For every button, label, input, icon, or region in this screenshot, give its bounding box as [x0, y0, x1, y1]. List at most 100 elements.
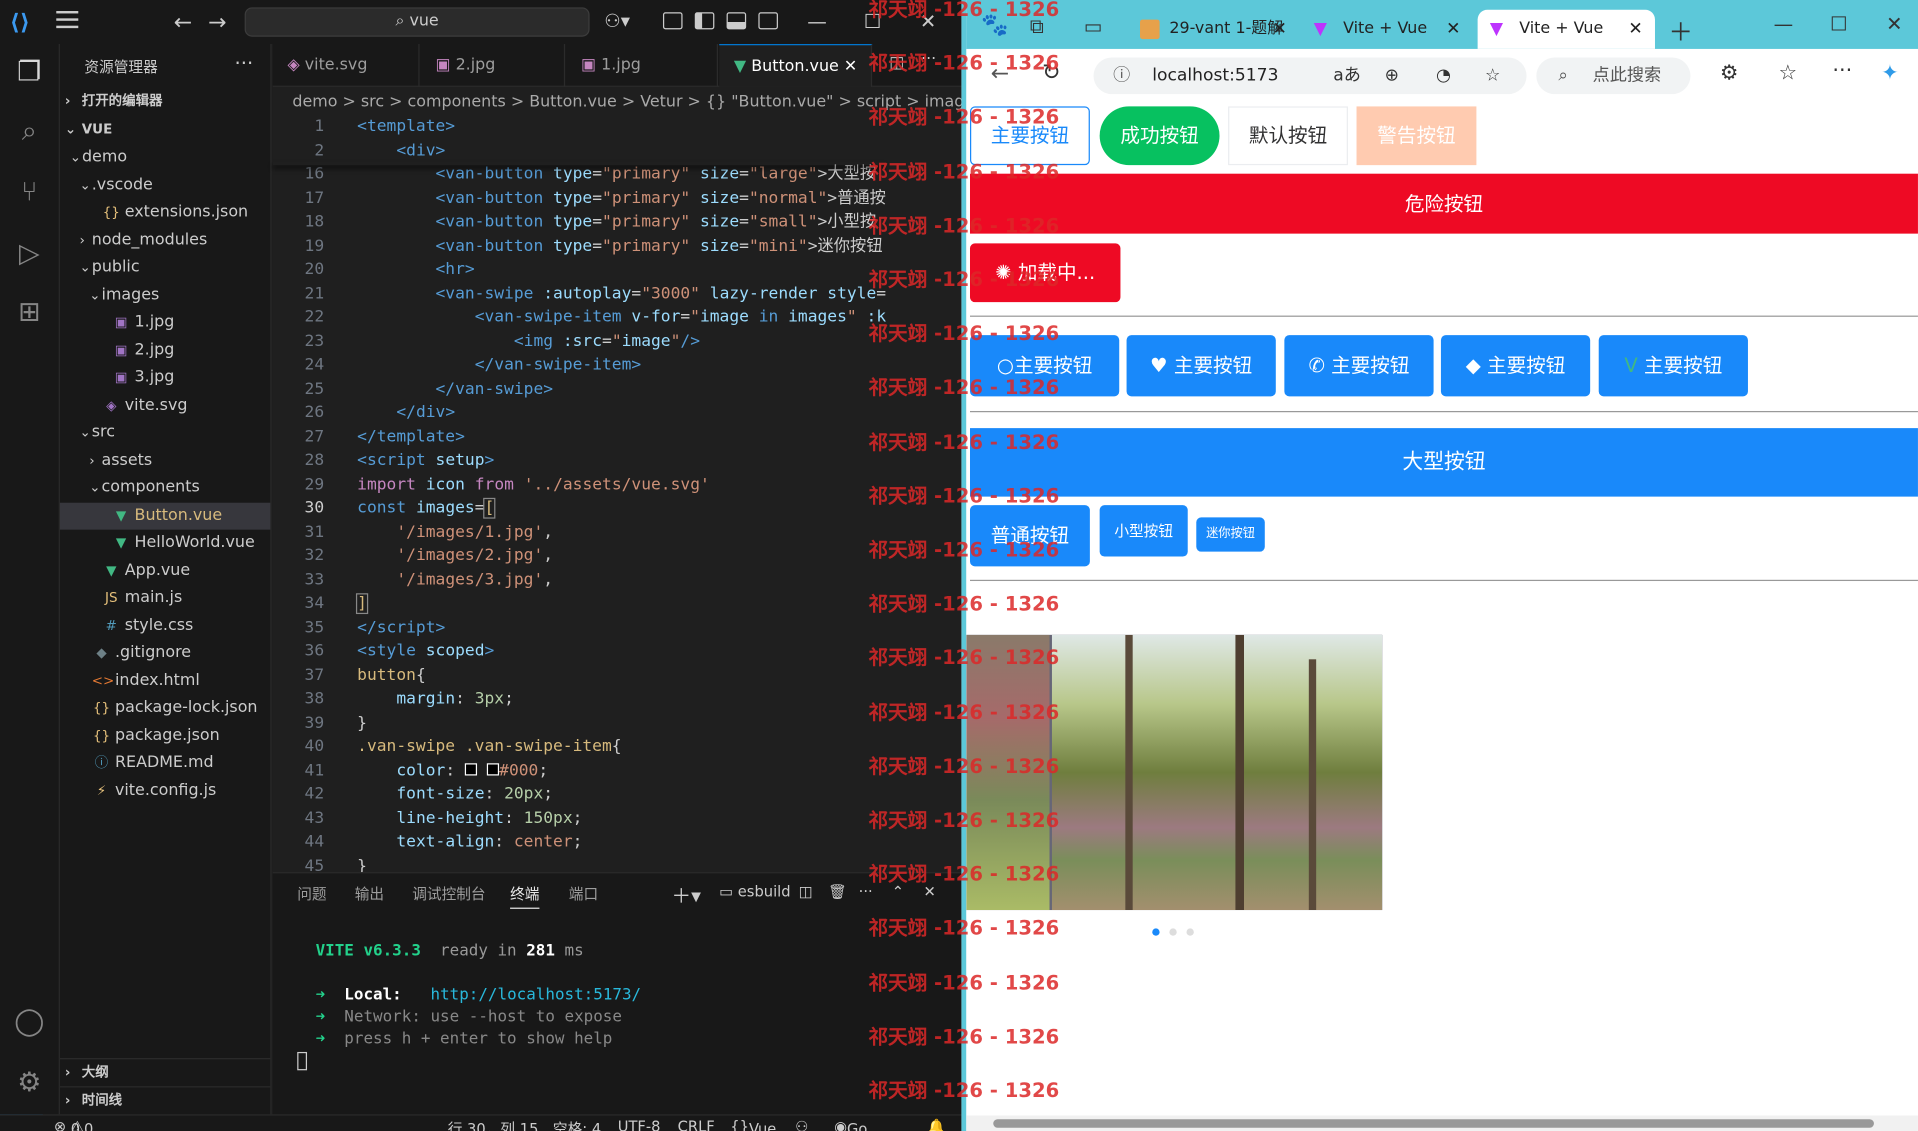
- heart-icon-button[interactable]: ♥ 主要按钮: [1126, 335, 1276, 397]
- tab-problems[interactable]: 问题: [297, 883, 326, 904]
- favorite-star-icon[interactable]: ☆: [1485, 57, 1500, 94]
- diamond-icon-button[interactable]: ◆ 主要按钮: [1440, 335, 1591, 397]
- minimize-icon[interactable]: —: [1774, 12, 1794, 35]
- refresh-icon[interactable]: ↻: [1042, 60, 1060, 86]
- more-actions-icon[interactable]: ···: [235, 51, 254, 74]
- search-icon[interactable]: ⌕: [12, 115, 46, 149]
- forward-icon[interactable]: →: [208, 10, 226, 36]
- local-url-link[interactable]: http://localhost:5173/: [430, 986, 641, 1004]
- back-icon[interactable]: ←: [174, 10, 192, 36]
- code-line[interactable]: 37 button{: [273, 664, 885, 688]
- code-line[interactable]: 28 <script setup>: [273, 449, 885, 473]
- maximize-icon[interactable]: ☐: [1830, 12, 1848, 35]
- swipe-indicator[interactable]: [1169, 928, 1177, 936]
- indentation[interactable]: 空格: 4: [553, 1118, 601, 1131]
- browser-menu-icon[interactable]: ···: [1832, 59, 1852, 83]
- tree-item[interactable]: ⌄public: [60, 254, 270, 281]
- code-line[interactable]: 25 </van-swipe>: [273, 377, 885, 401]
- tree-item[interactable]: ▼ HelloWorld.vue: [60, 530, 270, 557]
- code-line[interactable]: 36 <style scoped>: [273, 640, 885, 664]
- extensions-icon[interactable]: ⊞: [12, 296, 46, 330]
- tree-item[interactable]: ◈ vite.svg: [60, 392, 270, 419]
- settings-gear-icon[interactable]: ⚙: [12, 1067, 46, 1101]
- code-line[interactable]: 16 <van-button type="primary" size="larg…: [273, 163, 885, 187]
- tree-item[interactable]: ⌄src: [60, 420, 270, 447]
- tab-button-vue[interactable]: ▼ Button.vue ✕: [719, 44, 873, 87]
- code-line[interactable]: 42 font-size: 20px;: [273, 783, 885, 807]
- default-button[interactable]: 默认按钮: [1228, 106, 1348, 166]
- plain-primary-button[interactable]: 主要按钮: [969, 106, 1090, 166]
- tree-item[interactable]: <>index.html: [60, 667, 270, 694]
- tree-item[interactable]: ⌄demo: [60, 144, 270, 171]
- code-line[interactable]: 35 </script>: [273, 616, 885, 640]
- minimize-icon[interactable]: —: [807, 10, 827, 33]
- tree-item[interactable]: # style.css: [60, 612, 270, 639]
- terminal-name[interactable]: ▭ esbuild: [719, 883, 790, 900]
- code-line[interactable]: 39}: [273, 711, 885, 735]
- account-icon[interactable]: ◯: [12, 1005, 46, 1039]
- code-line[interactable]: 32 '/images/2.jpg',: [273, 544, 885, 568]
- tree-item[interactable]: JS main.js: [60, 585, 270, 612]
- browser-search-box[interactable]: ⌕ 点此搜索: [1536, 57, 1691, 95]
- copilot-status-icon[interactable]: ⚇: [795, 1118, 808, 1131]
- layout-icon[interactable]: [662, 12, 683, 30]
- code-line[interactable]: 26 </div>: [273, 401, 885, 425]
- code-line[interactable]: 19 <van-button type="primary" size="mini…: [273, 234, 885, 258]
- large-button[interactable]: 大型按钮: [969, 428, 1918, 497]
- sync-icon[interactable]: ◔: [1436, 57, 1451, 94]
- run-debug-icon[interactable]: ▷: [12, 237, 46, 271]
- tab-vite-svg[interactable]: ◈ vite.svg: [273, 44, 420, 87]
- tab-2-jpg[interactable]: ▣ 2.jpg: [421, 44, 566, 87]
- warning-disabled-button[interactable]: 警告按钮: [1356, 106, 1477, 166]
- normal-button[interactable]: 普通按钮: [969, 505, 1090, 567]
- code-line[interactable]: 1 <template>: [273, 115, 885, 139]
- vertical-tabs-icon[interactable]: ▭: [1084, 15, 1103, 38]
- code-line[interactable]: 30 const images=[: [273, 497, 885, 521]
- code-line[interactable]: 27 </template>: [273, 425, 885, 449]
- go-live-button[interactable]: ◉ Go Live: [834, 1118, 867, 1131]
- code-line[interactable]: 38 margin: 3px;: [273, 687, 885, 711]
- tree-item[interactable]: ▣ 2.jpg: [60, 337, 270, 364]
- code-line[interactable]: 41 color: #000;: [273, 759, 885, 783]
- profile-avatar-icon[interactable]: 🐾: [981, 12, 1008, 38]
- tab-close-icon[interactable]: ✕: [1272, 10, 1286, 49]
- copilot-icon[interactable]: ⚇▾: [604, 10, 630, 32]
- kill-terminal-icon[interactable]: 🗑: [828, 883, 847, 900]
- workspaces-icon[interactable]: ⧉: [1030, 15, 1044, 39]
- vue-root-section[interactable]: ⌄ VUE: [60, 116, 270, 143]
- timeline-section[interactable]: › 时间线: [59, 1086, 271, 1113]
- explorer-icon[interactable]: ❐: [12, 56, 46, 90]
- swipe-indicator[interactable]: [1186, 928, 1194, 936]
- tree-item[interactable]: › node_modules: [60, 227, 270, 254]
- tree-item[interactable]: ⚡ vite.config.js: [60, 777, 270, 804]
- maximize-icon[interactable]: ☐: [864, 10, 882, 33]
- zoom-icon[interactable]: ⊕: [1385, 57, 1399, 94]
- code-line[interactable]: 33 '/images/3.jpg',: [273, 568, 885, 592]
- success-round-button[interactable]: 成功按钮: [1099, 106, 1220, 166]
- browser-tab-vant[interactable]: 29-vant 1-题解 ✕: [1128, 10, 1299, 49]
- code-line[interactable]: 31 '/images/1.jpg',: [273, 520, 885, 544]
- small-button[interactable]: 小型按钮: [1099, 505, 1188, 557]
- tab-debug-console[interactable]: 调试控制台: [412, 883, 485, 904]
- tree-item[interactable]: ⓘ README.md: [60, 750, 270, 777]
- close-panel-icon[interactable]: ✕: [924, 883, 936, 900]
- toggle-panel-icon[interactable]: [726, 12, 747, 30]
- browser-tab-vite-1[interactable]: ▼ Vite + Vue ✕: [1301, 10, 1472, 49]
- phone-icon-button[interactable]: ✆ 主要按钮: [1284, 335, 1434, 397]
- code-line[interactable]: 20 <hr>: [273, 258, 885, 282]
- tree-item[interactable]: ⌄images: [60, 282, 270, 309]
- toggle-secondary-sidebar-icon[interactable]: [758, 12, 778, 30]
- extensions-icon[interactable]: ⚙: [1720, 61, 1739, 85]
- open-editors-section[interactable]: › 打开的编辑器: [60, 88, 270, 115]
- toggle-sidebar-icon[interactable]: [694, 12, 715, 30]
- tree-item[interactable]: ⌄components: [60, 475, 270, 502]
- tree-item[interactable]: ▼ App.vue: [60, 557, 270, 584]
- browser-tab-vite-active[interactable]: ▼ Vite + Vue ✕: [1477, 9, 1655, 49]
- image-swipe[interactable]: [966, 634, 1383, 911]
- panel-more-icon[interactable]: ···: [859, 883, 873, 900]
- tree-item[interactable]: ▣ 3.jpg: [60, 365, 270, 392]
- new-tab-icon[interactable]: ＋: [1668, 12, 1692, 47]
- tab-close-icon[interactable]: ✕: [844, 57, 857, 75]
- mini-button[interactable]: 迷你按钮: [1196, 517, 1265, 552]
- tree-item[interactable]: › assets: [60, 447, 270, 474]
